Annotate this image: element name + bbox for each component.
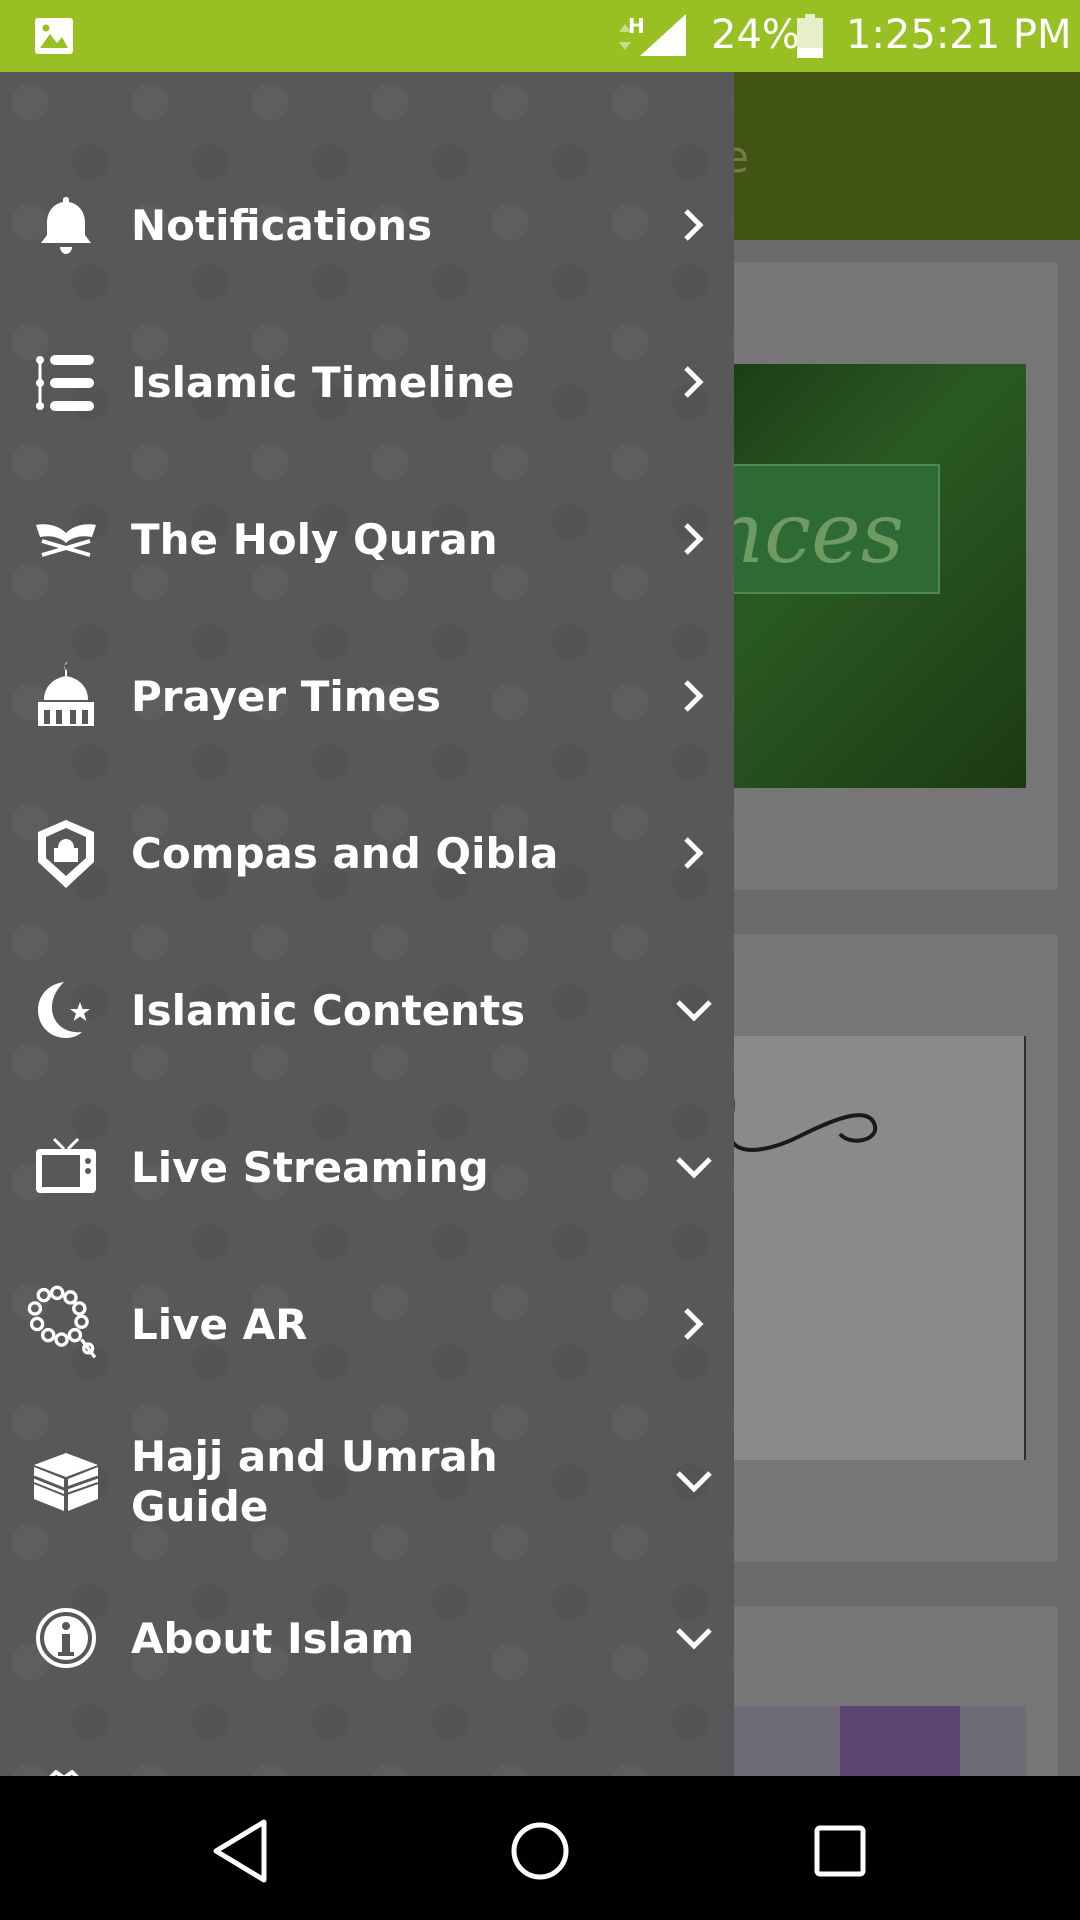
- image-text: nces: [710, 484, 904, 582]
- drawer-item-label: Notifications: [131, 200, 433, 250]
- chevron-right-icon: [684, 209, 704, 241]
- drawer-item-label: Islamic Contents: [131, 985, 526, 1035]
- battery-percent: 24%: [711, 12, 800, 58]
- calligraphy-swirl: [700, 1091, 878, 1152]
- quran-book-icon: [36, 524, 96, 557]
- mosque-icon: [38, 662, 94, 726]
- drawer-item-label: Hajj and Umrah Guide: [131, 1431, 498, 1531]
- chevron-right-icon: [684, 366, 704, 398]
- status-bar: H 24% 1:25:21 PM: [0, 0, 1080, 72]
- chevron-right-icon: [684, 523, 704, 555]
- content-card[interactable]: [700, 1606, 1058, 1776]
- chevron-right-icon: [684, 837, 704, 869]
- drawer-item-label: Live Streaming: [131, 1142, 489, 1192]
- chevron-right-icon: [684, 680, 704, 712]
- chevron-down-icon: [676, 1471, 712, 1493]
- chevron-down-icon: [676, 1157, 712, 1179]
- drawer-item-prayer-times[interactable]: Prayer Times: [0, 618, 734, 775]
- bell-icon: [41, 197, 91, 254]
- drawer-item-hajj-umrah[interactable]: Hajj and Umrah Guide: [0, 1403, 734, 1560]
- timeline-list-icon: [36, 355, 94, 411]
- image-block: [840, 1706, 960, 1776]
- kaaba-icon: [33, 1453, 99, 1511]
- chevron-down-icon: [676, 1628, 712, 1650]
- crescent-star-icon: [38, 982, 90, 1038]
- drawer-item-compass-qibla[interactable]: Compas and Qibla: [0, 775, 734, 932]
- prayer-beads-icon: [27, 1285, 97, 1359]
- drawer-item-label: The Holy Quran: [131, 514, 498, 564]
- drawer-item-label: Live AR: [131, 1299, 308, 1349]
- recents-icon[interactable]: [795, 1806, 885, 1896]
- chevron-down-icon: [676, 1000, 712, 1022]
- navigation-drawer: Notifications Islamic Timeline The Holy …: [0, 72, 734, 1776]
- card-image: [700, 1036, 1026, 1460]
- signal-icon: [640, 14, 686, 56]
- drawer-item-label: Prayer Times: [131, 671, 442, 721]
- drawer-item-label: Islamic Timeline: [131, 357, 515, 407]
- system-navigation-bar: [0, 1776, 1080, 1920]
- drawer-item-islamic-timeline[interactable]: Islamic Timeline: [0, 304, 734, 461]
- drawer-item-live-streaming[interactable]: Live Streaming: [0, 1089, 734, 1246]
- drawer-item-live-ar[interactable]: Live AR: [0, 1246, 734, 1403]
- gallery-notification-icon: [35, 18, 73, 54]
- drawer-item-holy-quran[interactable]: The Holy Quran: [0, 461, 734, 618]
- content-card[interactable]: [700, 934, 1058, 1562]
- back-icon[interactable]: [196, 1806, 286, 1896]
- drawer-item-islamic-contents[interactable]: Islamic Contents: [0, 932, 734, 1089]
- drawer-item-label: About Islam: [131, 1613, 415, 1663]
- qibla-pin-icon: [38, 820, 94, 888]
- chevron-right-icon: [684, 1308, 704, 1340]
- home-icon[interactable]: [495, 1806, 585, 1896]
- info-icon: [36, 1608, 96, 1668]
- card-image: nces: [700, 364, 1026, 788]
- drawer-item-label: Compas and Qibla: [131, 828, 559, 878]
- drawer-item-notifications[interactable]: Notifications: [0, 147, 734, 304]
- content-card[interactable]: nces: [700, 262, 1058, 890]
- drawer-item-about-islam[interactable]: About Islam: [0, 1560, 734, 1717]
- clock: 1:25:21 PM: [846, 12, 1072, 58]
- battery-icon: [797, 14, 823, 58]
- card-image: [700, 1706, 1026, 1776]
- tv-icon: [36, 1137, 96, 1193]
